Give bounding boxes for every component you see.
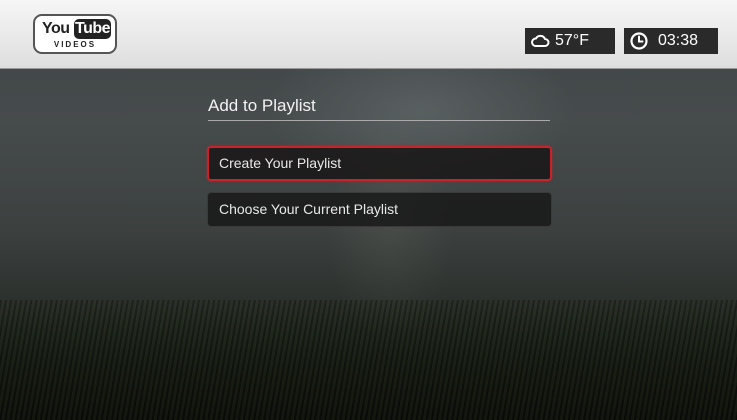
logo-text-tube: Tube: [74, 19, 111, 39]
temperature-text: 57°F: [555, 32, 589, 49]
dialog-title: Add to Playlist: [208, 94, 550, 121]
weather-status: 57°F: [525, 28, 615, 54]
choose-current-playlist-option[interactable]: Choose Your Current Playlist: [207, 192, 552, 227]
time-text: 03:38: [658, 32, 699, 49]
clock-icon: [630, 32, 648, 50]
tv-screen: You Tube VIDEOS 57°F 03:38 Add to Playli…: [0, 0, 737, 420]
top-bar: You Tube VIDEOS 57°F 03:38: [0, 0, 737, 69]
clock-status: 03:38: [624, 28, 718, 54]
logo-text-you: You: [42, 20, 70, 37]
create-playlist-option[interactable]: Create Your Playlist: [207, 146, 552, 181]
cloud-icon: [531, 34, 550, 47]
background-grass-image: [0, 300, 737, 420]
youtube-videos-logo: You Tube VIDEOS: [33, 14, 117, 54]
logo-text-videos: VIDEOS: [53, 40, 97, 49]
